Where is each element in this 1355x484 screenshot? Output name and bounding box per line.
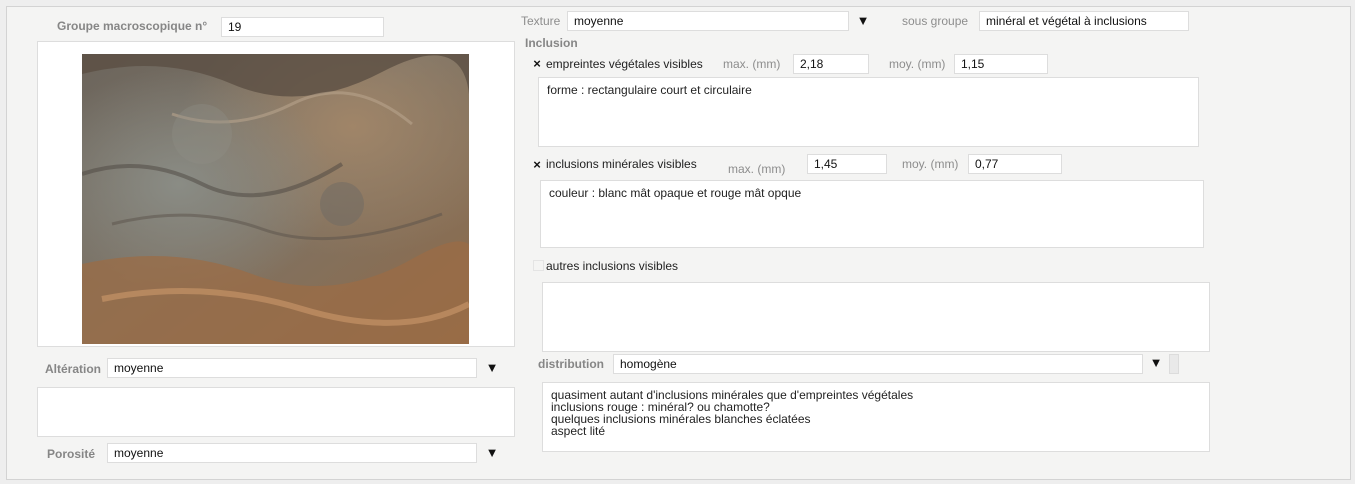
groupe-number-field[interactable]: 19 bbox=[221, 17, 384, 37]
texture-dropdown-icon[interactable]: ▼ bbox=[852, 12, 874, 30]
distribution-select-end bbox=[1169, 354, 1179, 374]
vegetales-moy-label: moy. (mm) bbox=[889, 57, 946, 71]
minerales-max-label: max. (mm) bbox=[728, 162, 786, 176]
minerales-max-field[interactable]: 1,45 bbox=[807, 154, 887, 174]
alteration-label: Altération bbox=[45, 362, 102, 376]
autres-label: autres inclusions visibles bbox=[546, 259, 679, 273]
sample-photo bbox=[82, 54, 469, 344]
distribution-label: distribution bbox=[538, 357, 604, 371]
porosite-label: Porosité bbox=[47, 447, 96, 461]
porosite-dropdown-icon[interactable]: ▼ bbox=[481, 444, 503, 462]
sample-photo-image bbox=[82, 54, 469, 344]
porosite-select[interactable]: moyenne bbox=[107, 443, 477, 463]
vegetales-max-label: max. (mm) bbox=[723, 57, 781, 71]
texture-label: Texture bbox=[521, 14, 561, 28]
distribution-notes[interactable]: quasiment autant d'inclusions minérales … bbox=[542, 382, 1210, 452]
minerales-notes[interactable]: couleur : blanc mât opaque et rouge mât … bbox=[540, 180, 1204, 248]
vegetales-max-field[interactable]: 2,18 bbox=[793, 54, 869, 74]
texture-select[interactable]: moyenne bbox=[567, 11, 849, 31]
vegetales-checkbox[interactable]: × bbox=[530, 55, 544, 73]
autres-notes[interactable] bbox=[542, 282, 1210, 352]
groupe-label: Groupe macroscopique n° bbox=[57, 19, 208, 33]
form-panel: Groupe macroscopique n° 19 Altération mo… bbox=[6, 6, 1351, 480]
minerales-moy-field[interactable]: 0,77 bbox=[968, 154, 1062, 174]
distribution-select[interactable]: homogène bbox=[613, 354, 1143, 374]
alteration-dropdown-icon[interactable]: ▼ bbox=[481, 359, 503, 377]
minerales-label: inclusions minérales visibles bbox=[546, 157, 697, 171]
autres-checkbox[interactable] bbox=[533, 260, 544, 271]
vegetales-label: empreintes végétales visibles bbox=[546, 57, 703, 71]
sous-groupe-label: sous groupe bbox=[902, 14, 969, 28]
minerales-checkbox[interactable]: × bbox=[530, 156, 544, 174]
vegetales-notes[interactable]: forme : rectangulaire court et circulair… bbox=[538, 77, 1199, 147]
sous-groupe-field[interactable]: minéral et végétal à inclusions bbox=[979, 11, 1189, 31]
alteration-notes[interactable] bbox=[37, 387, 515, 437]
sample-photo-frame bbox=[37, 41, 515, 347]
inclusion-heading: Inclusion bbox=[525, 36, 578, 50]
minerales-moy-label: moy. (mm) bbox=[902, 157, 959, 171]
alteration-select[interactable]: moyenne bbox=[107, 358, 477, 378]
distribution-dropdown-icon[interactable]: ▼ bbox=[1145, 354, 1167, 372]
vegetales-moy-field[interactable]: 1,15 bbox=[954, 54, 1048, 74]
